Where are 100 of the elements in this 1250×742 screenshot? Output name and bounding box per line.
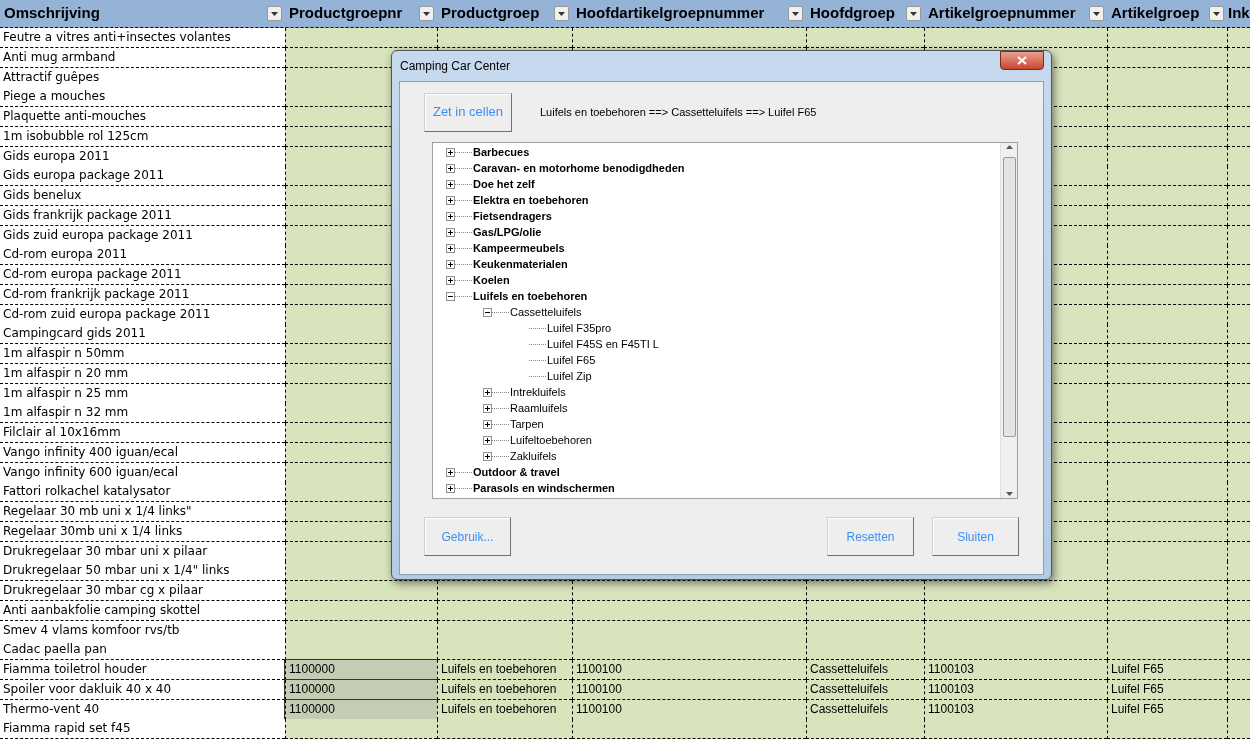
table-cell: Cassetteluifels xyxy=(806,699,924,720)
filter-dropdown-icon[interactable] xyxy=(1089,6,1104,21)
table-cell xyxy=(1227,660,1250,680)
expand-icon[interactable] xyxy=(483,435,492,445)
filter-dropdown-icon[interactable] xyxy=(419,6,434,21)
description-cell: Plaquette anti-mouches xyxy=(0,107,285,127)
expand-icon[interactable] xyxy=(446,275,455,285)
expand-icon[interactable] xyxy=(483,387,492,397)
filter-dropdown-icon[interactable] xyxy=(1209,6,1224,21)
table-cell: Luifel F65 xyxy=(1107,660,1227,680)
column-header: Hoofdartikelgroepnummer xyxy=(576,3,765,24)
description-cell: Regelaar 30 mb uni x 1/4 links" xyxy=(0,502,285,522)
table-cell xyxy=(1227,265,1250,285)
description-cell: Feutre a vitres anti+insectes volantes xyxy=(0,28,285,48)
tree-item[interactable]: Luifeltoebehoren xyxy=(509,431,593,449)
column-header: Productgroep xyxy=(441,3,540,24)
description-cell: Thermo-vent 40 xyxy=(0,699,285,720)
expand-icon[interactable] xyxy=(446,467,455,477)
description-cell: Campingcard gids 2011 xyxy=(0,324,285,345)
column-header: Artikelgroepnummer xyxy=(928,3,1076,24)
table-cell xyxy=(1227,620,1250,641)
description-cell: Fattori rolkachel katalysator xyxy=(0,482,285,503)
expand-icon[interactable] xyxy=(446,243,455,253)
expand-icon[interactable] xyxy=(446,179,455,189)
expand-icon[interactable] xyxy=(446,259,455,269)
tree-item[interactable]: Gas/LPG/olie xyxy=(472,223,543,241)
tree-item[interactable]: Keukenmaterialen xyxy=(472,255,569,273)
expand-icon[interactable] xyxy=(446,163,455,173)
expand-icon[interactable] xyxy=(446,211,455,221)
tree-item[interactable]: Intrekluifels xyxy=(509,383,567,401)
table-cell: 1100103 xyxy=(924,699,1107,720)
table-cell: 1100100 xyxy=(572,699,806,720)
table-cell: 1100103 xyxy=(924,660,1107,680)
tree-item[interactable]: Luifel F65 xyxy=(546,351,597,369)
tree-item[interactable]: Cassetteluifels xyxy=(509,303,583,321)
table-cell xyxy=(1227,521,1250,542)
table-cell xyxy=(1227,363,1250,384)
filter-dropdown-icon[interactable] xyxy=(267,6,282,21)
table-cell xyxy=(1227,679,1250,700)
filter-dropdown-icon[interactable] xyxy=(554,6,569,21)
scroll-up-icon xyxy=(1005,145,1013,149)
tree-item[interactable]: Kampeermeubels xyxy=(472,239,566,257)
table-cell xyxy=(1227,561,1250,582)
description-cell: Cadac paella pan xyxy=(0,640,285,661)
tree-item[interactable]: Elektra en toebehoren xyxy=(472,191,590,209)
table-cell xyxy=(1227,403,1250,424)
column-header: Artikelgroep xyxy=(1111,3,1200,24)
column-header: Omschrijving xyxy=(4,3,100,24)
tree-item[interactable]: Barbecues xyxy=(472,143,531,161)
expand-icon[interactable] xyxy=(483,419,492,429)
description-cell: Drukregelaar 50 mbar uni x 1/4" links xyxy=(0,561,285,582)
tree-item[interactable]: Luifels en toebehoren xyxy=(472,287,589,305)
expand-icon[interactable] xyxy=(483,451,492,461)
tree-item[interactable]: Parasols en windschermen xyxy=(472,479,616,497)
table-cell xyxy=(1227,126,1250,147)
table-cell xyxy=(1227,640,1250,661)
expand-icon[interactable] xyxy=(446,483,455,493)
description-cell: Cd-rom europa package 2011 xyxy=(0,265,285,285)
description-cell: Fiamma toiletrol houder xyxy=(0,660,285,680)
table-cell xyxy=(1227,719,1250,740)
column-header: Ink xyxy=(1228,3,1250,24)
tree-item[interactable]: Luifel F35pro xyxy=(546,319,613,337)
scroll-thumb[interactable] xyxy=(1002,157,1016,437)
tree-item[interactable]: Caravan- en motorhome benodigdheden xyxy=(472,159,686,177)
tree-item[interactable]: Zakluifels xyxy=(509,447,558,465)
column-header: Productgroepnr xyxy=(289,3,403,24)
tree-item[interactable]: Tarpen xyxy=(509,415,545,433)
scrollbar[interactable] xyxy=(1000,143,1017,498)
table-cell xyxy=(1227,205,1250,226)
column-header: Hoofdgroep xyxy=(810,3,895,24)
filter-dropdown-icon[interactable] xyxy=(788,6,803,21)
tree-item[interactable]: Fietsendragers xyxy=(472,207,553,225)
tree-item[interactable]: Luifel Zip xyxy=(546,367,593,385)
collapse-icon[interactable] xyxy=(483,307,492,317)
tree-item[interactable]: Raamluifels xyxy=(509,399,569,417)
table-cell xyxy=(1227,502,1250,522)
filter-dropdown-icon[interactable] xyxy=(906,6,921,21)
table-cell xyxy=(1227,462,1250,483)
table-cell: Luifel F65 xyxy=(1107,699,1227,720)
tree-item[interactable]: Luifel F45S en F45TI L xyxy=(546,335,660,353)
collapse-icon[interactable] xyxy=(446,291,455,301)
close-button[interactable] xyxy=(1000,51,1044,70)
scroll-down-icon xyxy=(1005,492,1013,496)
table-cell xyxy=(1227,107,1250,127)
window-title: Camping Car Center xyxy=(399,58,511,75)
table-cell xyxy=(1227,482,1250,503)
expand-icon[interactable] xyxy=(446,227,455,237)
expand-icon[interactable] xyxy=(446,147,455,157)
tree-item[interactable]: Koelen xyxy=(472,271,511,289)
tree-item[interactable]: Outdoor & travel xyxy=(472,463,561,481)
expand-icon[interactable] xyxy=(446,195,455,205)
table-cell: 1100000 xyxy=(285,679,437,700)
description-cell: Cd-rom europa 2011 xyxy=(0,245,285,266)
table-cell xyxy=(1227,186,1250,206)
expand-icon[interactable] xyxy=(483,403,492,413)
tree-item[interactable]: Doe het zelf xyxy=(472,175,536,193)
table-cell xyxy=(1227,47,1250,68)
table-cell xyxy=(1227,600,1250,621)
table-cell xyxy=(1227,699,1250,720)
description-cell: Piege a mouches xyxy=(0,87,285,108)
